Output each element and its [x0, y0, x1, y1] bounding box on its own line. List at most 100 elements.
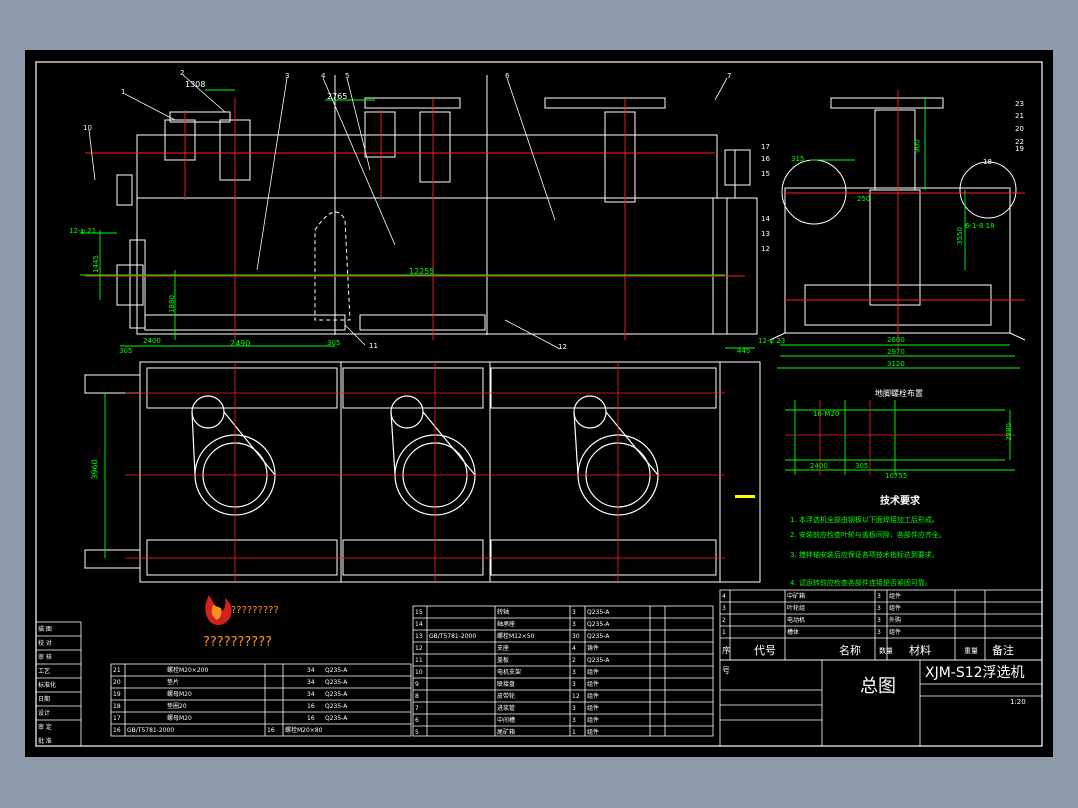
callout-numbers: 1 2 3 4 5 6 7 10 11 12 [83, 69, 731, 351]
callout-5: 5 [345, 72, 349, 80]
drawing-title-model: XJM-S12浮选机 [925, 665, 1025, 681]
rev-row: 工艺 [38, 668, 51, 675]
yellow-items [735, 495, 755, 498]
bom-row: 20 垫片 34 Q235-A [113, 679, 348, 686]
side-view [769, 97, 1026, 341]
dim-1445: 1445 [91, 255, 100, 273]
logo-text: ????????? [231, 605, 279, 616]
bom-row: 18 垫圈20 16 Q235-A [113, 703, 348, 710]
bom-row: 10 电机支架 3 组件 [415, 669, 600, 676]
dim-305b: 305 [327, 339, 341, 347]
rev-row: 标准化 [38, 682, 57, 689]
callout-6: 6 [505, 72, 510, 80]
bom-row: 2 电动机 3 外购 [722, 617, 902, 624]
callout-15: 14 [761, 215, 770, 223]
revision-block: 描 图 校 对 审 核 工艺 标准化 日期 设计 审 定 批 准 [38, 623, 80, 749]
logo-subtext: ?????????? [203, 635, 272, 650]
callout-10: 10 [83, 124, 92, 132]
dim-2880: 2880 [1004, 423, 1013, 441]
dim-1308: 1308 [185, 80, 206, 89]
side-centerlines [785, 90, 1025, 350]
dim-305c: 305 [855, 462, 869, 470]
bom-row: 5 尾矿箱 1 组件 [415, 729, 600, 736]
rev-row: 审 核 [38, 654, 52, 661]
dim-2600: 2600 [887, 336, 905, 344]
dim-250: 250 [857, 195, 871, 203]
dim-2400: 2400 [143, 337, 161, 345]
foundation-title: 地脚螺栓布置 [875, 389, 923, 398]
bom-row: 13 GB/T5781-2000 螺栓M12×50 30 Q235-A [415, 633, 610, 640]
dim-2490: 2490 [230, 339, 251, 348]
rev-row: 设计 [38, 710, 51, 717]
dim-3550: 3550 [955, 227, 964, 245]
bom-row: 7 进浆管 3 组件 [415, 705, 600, 712]
tech-item-2: 2. 安装前应检查叶轮与盖板间隙，各部件应齐全。 [790, 531, 946, 539]
bom-row: 15 转轴 3 Q235-A [415, 609, 610, 616]
rev-row: 描 图 [38, 626, 52, 633]
front-view [116, 75, 758, 335]
tech-item-4: 4. 试运转前应检查各部件连接是否紧固可靠。 [790, 579, 932, 587]
front-dimensions [80, 89, 755, 349]
rev-row: 日期 [38, 696, 51, 703]
dim-3960: 3960 [90, 459, 100, 480]
callout-12: 12 [558, 343, 567, 351]
dim-2765: 2765 [327, 92, 348, 101]
rev-row: 批 准 [38, 738, 52, 745]
dim-12255: 12255 [409, 267, 435, 276]
callout-19: 18 [983, 158, 992, 166]
bom-row: 11 盖板 2 Q235-A [415, 657, 610, 664]
side-dimensions [777, 98, 1020, 369]
bom-row: 9 联接盘 3 组件 [415, 681, 600, 688]
dim-10755: 10755 [885, 472, 908, 480]
plan-view [84, 361, 761, 583]
dim-2970: 2970 [887, 348, 905, 356]
plan-pulleys [191, 395, 659, 516]
callout-11: 11 [369, 342, 378, 350]
bom-mid: 15 转轴 3 Q235-A 14 轴承座 3 Q235-A 13 GB/T5781-2000… [415, 607, 713, 739]
dim-305a: 305 [119, 347, 133, 355]
bom-row: 4 中矿箱 3 组件 [722, 593, 902, 600]
bom-row: 21 螺栓M20×200 34 Q235-A [113, 667, 348, 674]
drawing-scale: 1:20 [1010, 698, 1026, 706]
bom-row: 8 皮带轮 12 组件 [415, 693, 600, 700]
bom-row: 6 中间槽 3 组件 [415, 717, 600, 724]
callout-16: 15 [761, 170, 770, 178]
logo-flame [205, 595, 232, 626]
rev-row: 审 定 [38, 724, 52, 731]
drawing-sheet: 1 2 3 4 5 6 7 10 11 12 1308 2765 12255 2… [25, 50, 1053, 757]
tech-title: 技术要求 [880, 496, 920, 507]
tech-item-1: 1. 本浮选机全部由钢板以下面焊接加工后形成。 [790, 516, 939, 524]
callout-17: 16 [761, 155, 770, 163]
callout-21: 20 [1015, 125, 1024, 133]
callout-24: 23 [1015, 100, 1024, 108]
bom-row: 17 螺母M20 16 Q235-A [113, 715, 348, 722]
callout-20: 19 [1015, 145, 1024, 153]
callout-14: 13 [761, 230, 770, 238]
dim-16m20: 16-M20 [813, 410, 840, 418]
callout-2: 2 [180, 69, 184, 77]
callout-22: 21 [1015, 112, 1024, 120]
callout-18: 17 [761, 143, 770, 151]
bom-row: 14 轴承座 3 Q235-A [415, 621, 610, 628]
bom-left: 21 螺栓M20×200 34 Q235-A 20 垫片 34 Q235-A 19 螺母M20… [113, 665, 411, 737]
bom-row: 19 螺母M20 34 Q235-A [113, 691, 348, 698]
dim-315: 315 [791, 155, 805, 163]
front-centerlines [85, 98, 745, 340]
dim-3120: 3120 [887, 360, 905, 368]
bom-row: 16 GB/T5781-2000 16 螺栓M20×80 [113, 727, 323, 734]
dim-12x23: 12-φ 23 [758, 337, 786, 345]
tech-item-3: 3. 搅拌轴安装后应保证各项技术指标达到要求。 [790, 551, 939, 559]
dim-12x21: 12-φ 21 [69, 227, 97, 235]
bom-row: 3 叶轮组 3 组件 [722, 605, 902, 612]
dim-6018: 6-1-8 18 [965, 222, 995, 230]
callout-3: 3 [285, 72, 289, 80]
plan-centerlines [125, 362, 725, 582]
callout-23: 22 [1015, 138, 1024, 146]
dim-1880: 1880 [167, 295, 176, 313]
callout-1: 1 [121, 88, 125, 96]
rev-row: 校 对 [38, 640, 52, 647]
callout-7: 7 [727, 72, 731, 80]
callout-13: 12 [761, 245, 770, 253]
drawing-title-name: 总图 [860, 676, 896, 697]
dim-445: 445 [737, 347, 751, 355]
